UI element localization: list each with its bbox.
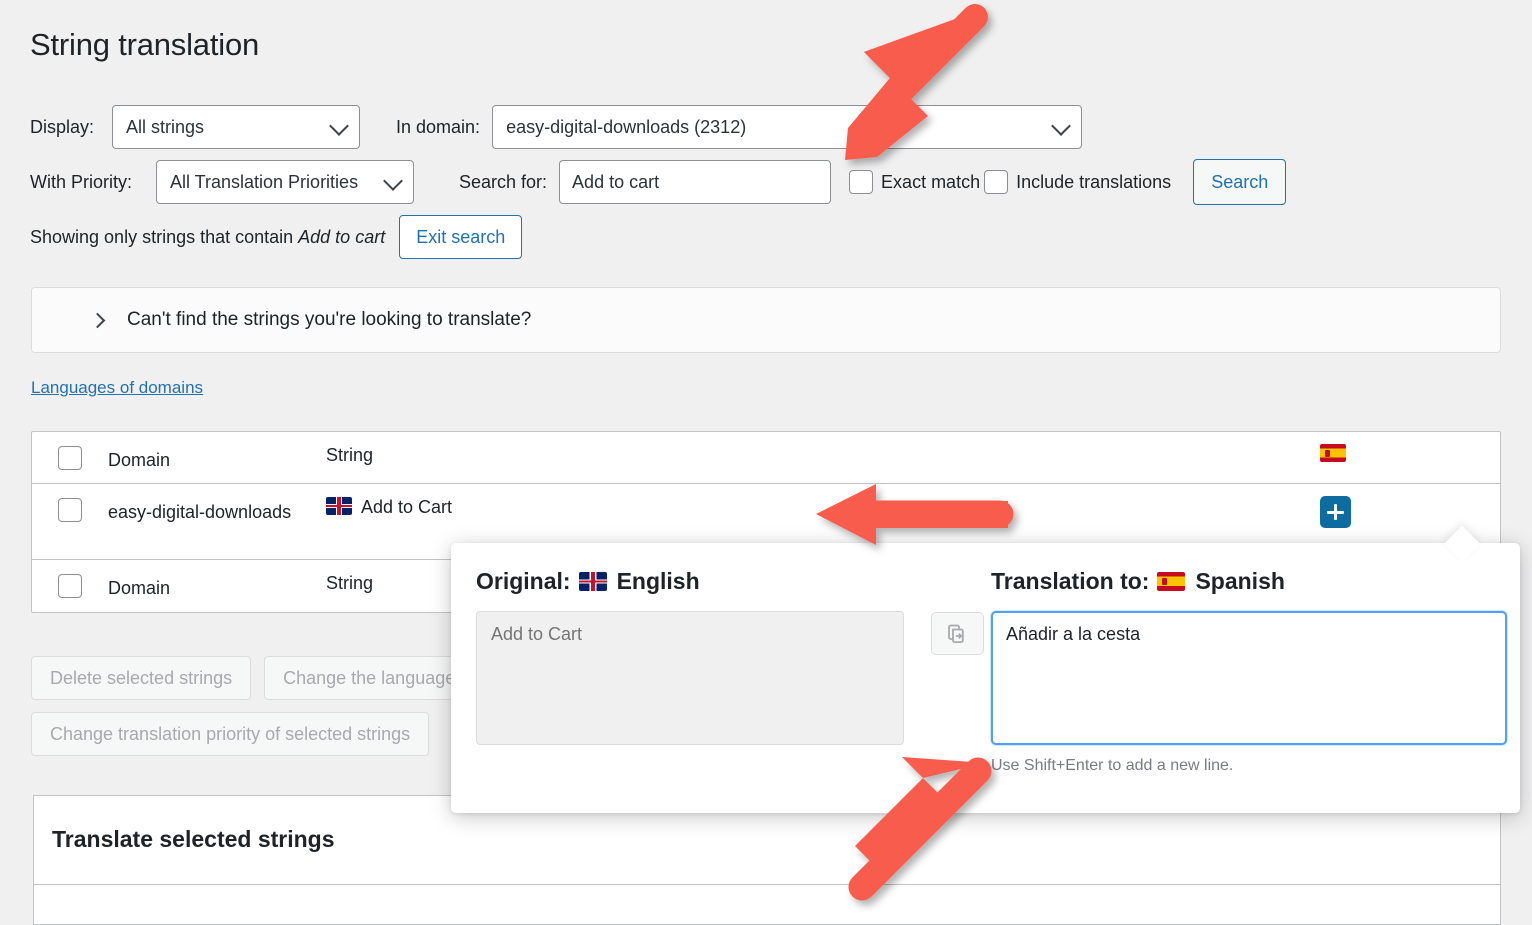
panel-divider <box>34 884 1500 885</box>
display-select-value: All strings <box>126 116 205 137</box>
popup-copy-column <box>923 568 991 775</box>
domain-select[interactable]: easy-digital-downloads (2312) <box>492 105 1083 149</box>
chevron-down-icon <box>383 171 403 191</box>
popup-original-column: Original: English <box>476 568 923 775</box>
popup-translation-language: Spanish <box>1195 568 1285 594</box>
translate-selected-strings-panel: Translate selected strings <box>33 795 1501 925</box>
chevron-down-icon <box>329 116 349 136</box>
showing-term: Add to cart <box>298 226 386 247</box>
row-select-cell <box>32 484 108 522</box>
display-select[interactable]: All strings <box>112 105 360 149</box>
popup-original-label: Original: <box>476 568 571 594</box>
search-for-label: Search for: <box>459 171 548 192</box>
popup-translation-column: Translation to: Spanish Use Shift+Enter … <box>991 568 1507 775</box>
exact-match-checkbox[interactable] <box>849 170 874 194</box>
accordion-label: Can't find the strings you're looking to… <box>127 309 532 330</box>
spain-flag-icon <box>1320 444 1346 462</box>
display-label: Display: <box>30 116 95 137</box>
row-string-cell: Add to Cart <box>326 484 1320 518</box>
row-string: Add to Cart <box>361 497 453 517</box>
domain-select-value: easy-digital-downloads (2312) <box>506 116 747 137</box>
with-priority-label: With Priority: <box>30 171 133 192</box>
column-header-language <box>1320 432 1500 462</box>
spain-flag-icon <box>1157 572 1186 591</box>
shift-enter-hint: Use Shift+Enter to add a new line. <box>991 757 1234 774</box>
change-priority-button[interactable]: Change translation priority of selected … <box>31 712 430 756</box>
search-input[interactable] <box>559 160 832 204</box>
row-checkbox[interactable] <box>58 498 82 522</box>
search-status-row: Showing only strings that contain Add to… <box>30 215 523 259</box>
include-translations-group: Include translations <box>984 170 1171 194</box>
in-domain-label: In domain: <box>396 116 481 137</box>
showing-text: Showing only strings that contain Add to… <box>30 227 385 248</box>
row-action-cell <box>1320 484 1500 528</box>
copy-to-icon[interactable] <box>930 612 984 655</box>
filter-row-priority: With Priority: All Translation Prioritie… <box>30 159 1287 205</box>
exact-match-group: Exact match <box>849 170 980 194</box>
include-translations-checkbox[interactable] <box>984 170 1009 194</box>
translation-textarea[interactable] <box>991 611 1507 745</box>
select-all-footer-checkbox[interactable] <box>58 574 82 598</box>
search-button[interactable]: Search <box>1193 159 1287 205</box>
uk-flag-icon <box>578 572 607 591</box>
showing-prefix: Showing only strings that contain <box>30 226 299 247</box>
chevron-right-icon <box>89 312 106 328</box>
priority-select-value: All Translation Priorities <box>170 171 359 192</box>
exit-search-button[interactable]: Exit search <box>399 215 523 259</box>
cant-find-strings-accordion[interactable]: Can't find the strings you're looking to… <box>31 287 1501 353</box>
popup-translation-label: Translation to: <box>991 568 1150 594</box>
original-textarea[interactable] <box>476 611 904 745</box>
bulk-actions-row-2: Change translation priority of selected … <box>31 712 442 756</box>
page-title: String translation <box>30 27 260 62</box>
priority-select[interactable]: All Translation Priorities <box>156 160 414 204</box>
select-all-footer-cell <box>32 560 108 598</box>
column-header-domain: Domain <box>108 450 171 470</box>
translation-editor-popup: Original: English Translation to: Spanis… <box>451 525 1520 813</box>
include-translations-label: Include translations <box>1016 171 1172 192</box>
column-footer-domain: Domain <box>108 578 171 598</box>
delete-selected-strings-button[interactable]: Delete selected strings <box>31 656 252 700</box>
popup-translation-heading: Translation to: Spanish <box>991 568 1507 595</box>
select-all-checkbox[interactable] <box>58 446 82 470</box>
uk-flag-icon <box>326 497 352 515</box>
select-all-cell <box>32 432 108 470</box>
filter-row-display: Display: All strings In domain: easy-dig… <box>30 105 1083 149</box>
chevron-down-icon <box>1051 116 1071 136</box>
popup-original-heading: Original: English <box>476 568 923 595</box>
column-header-string: String <box>326 445 374 465</box>
popup-original-language: English <box>616 568 700 594</box>
row-domain: easy-digital-downloads <box>108 502 292 522</box>
languages-of-domains-link[interactable]: Languages of domains <box>31 378 203 398</box>
table-header-row: Domain String <box>32 432 1500 484</box>
exact-match-label: Exact match <box>881 171 981 192</box>
add-translation-button[interactable] <box>1320 496 1351 528</box>
